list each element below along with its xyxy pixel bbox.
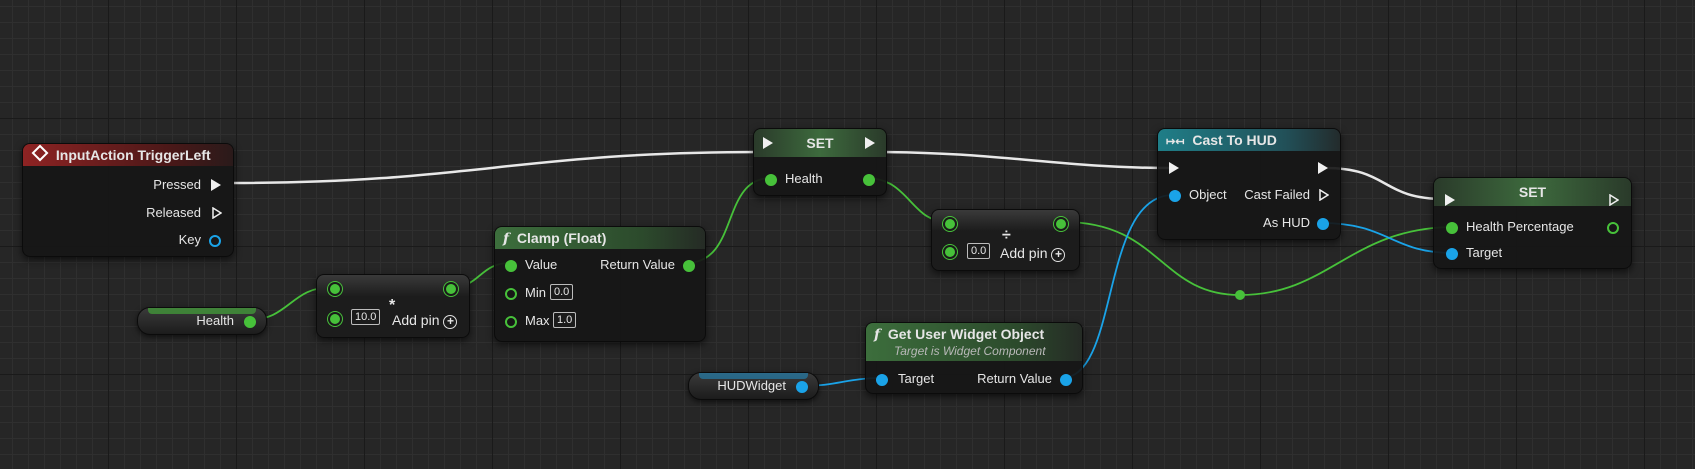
node-clamp-float[interactable]: f Clamp (Float) Value Return Value Min 0… [494,226,706,342]
pin-label-return-value: Return Value [600,257,675,272]
multiply-out-pin[interactable] [446,284,456,294]
pin-label-return-value: Return Value [977,371,1052,386]
pin-label-released: Released [146,205,201,220]
multiply-value-input[interactable]: 10.0 [351,309,381,325]
node-header: f Clamp (Float) [495,227,705,249]
pin-label-key: Key [178,232,201,247]
node-title: Get User Widget Object [887,326,1045,342]
node-title: InputAction TriggerLeft [55,147,211,163]
set-health-pct-out-pin[interactable] [1607,222,1619,234]
node-title: SET [1518,184,1547,200]
set-health-pct-in-pin[interactable] [1446,222,1458,234]
health-out-pin[interactable] [244,316,256,328]
key-struct-pin[interactable] [209,235,221,247]
divide-in-pin-b[interactable] [945,247,955,257]
node-get-hudwidget-var[interactable]: HUDWidget [688,372,819,400]
plus-circle-icon[interactable]: + [443,315,458,329]
pin-label-value: Value [525,257,558,272]
clamp-min-input[interactable]: 0.0 [550,284,574,300]
clamp-return-pin[interactable] [683,260,695,272]
add-pin-label[interactable]: Add pin + [392,312,458,329]
cast-as-hud-pin[interactable] [1317,218,1329,230]
divide-operator: ÷ [1002,227,1011,244]
node-get-health-var[interactable]: Health [137,307,267,335]
cast-object-pin[interactable] [1169,190,1181,202]
get-widget-return-pin[interactable] [1060,374,1072,386]
node-set-health[interactable]: SET Health [753,128,887,196]
divide-in-pin-a[interactable] [945,219,955,229]
node-subtitle: Target is Widget Component [894,344,1046,358]
exec-in-pin[interactable] [763,137,773,149]
pin-label-health: Health [785,171,823,186]
set-health-in-pin[interactable] [765,174,777,186]
multiply-in-pin-b[interactable] [330,314,340,324]
pin-label-as-hud: As HUD [1263,215,1310,230]
node-set-health-percentage[interactable]: SET Health Percentage Target [1433,177,1632,269]
function-f-icon: f [503,231,510,247]
exec-out-pin-released[interactable] [212,207,222,219]
exec-out-pin-cast-failed[interactable] [1319,189,1329,201]
exec-out-pin-pressed[interactable] [211,179,221,191]
pin-label-pressed: Pressed [153,177,201,192]
exec-wire-cast-to-set [1324,166,1446,201]
node-divide-float[interactable]: ÷ 0.0 Add pin + [931,209,1080,271]
function-f-icon: f [874,327,881,343]
divide-out-pin[interactable] [1056,219,1066,229]
var-label-health: Health [196,313,234,328]
wire-reroute-knot[interactable] [1235,290,1245,300]
exec-out-pin[interactable] [865,137,875,149]
exec-in-pin[interactable] [1445,194,1455,206]
multiply-in-pin-a[interactable] [330,284,340,294]
add-pin-text: Add pin [1000,245,1048,261]
pin-label-cast-failed: Cast Failed [1244,187,1310,202]
exec-in-pin[interactable] [1169,162,1179,174]
pin-label-max: Max [525,313,550,328]
pin-label-min: Min [525,285,546,300]
clamp-value-pin[interactable] [505,260,517,272]
pin-label-target: Target [898,371,935,386]
node-header: ↦↤ Cast To HUD [1158,129,1340,151]
node-cast-to-hud[interactable]: ↦↤ Cast To HUD Object Cast Failed As HUD [1157,128,1341,240]
divide-value-input[interactable]: 0.0 [967,243,991,259]
exec-out-pin[interactable] [1318,162,1328,174]
plus-circle-icon[interactable]: + [1051,248,1066,262]
set-health-out-pin[interactable] [863,174,875,186]
cast-arrows-icon: ↦↤ [1166,136,1185,148]
hudwidget-out-pin[interactable] [796,381,808,393]
clamp-max-pin[interactable] [505,316,517,328]
node-title: Clamp (Float) [516,230,607,246]
event-diamond-icon [31,144,49,162]
add-pin-text: Add pin [392,312,440,328]
clamp-min-pin[interactable] [505,288,517,300]
exec-wire-pressed-to-set [232,150,761,185]
set-target-pin[interactable] [1446,248,1458,260]
var-label-hudwidget: HUDWidget [717,378,786,393]
get-widget-target-pin[interactable] [876,374,888,386]
exec-out-pin[interactable] [1609,194,1619,206]
node-title: SET [806,135,834,151]
pin-label-object: Object [1189,187,1227,202]
clamp-max-input[interactable]: 1.0 [553,312,577,328]
node-multiply-float[interactable]: * 10.0 Add pin + [316,274,470,338]
add-pin-label[interactable]: Add pin + [1000,245,1066,262]
node-header: SET [1434,178,1631,206]
pin-label-target: Target [1466,245,1503,260]
pin-label-health-percentage: Health Percentage [1466,219,1574,234]
node-header: f Get User Widget Object Target is Widge… [866,323,1082,361]
node-get-user-widget-object[interactable]: f Get User Widget Object Target is Widge… [865,322,1083,394]
node-header: InputAction TriggerLeft [23,144,233,166]
node-title: Cast To HUD [1192,132,1277,148]
exec-wire-set-to-cast [874,150,1171,170]
node-input-action-triggerleft[interactable]: InputAction TriggerLeft Pressed Released… [22,143,234,257]
